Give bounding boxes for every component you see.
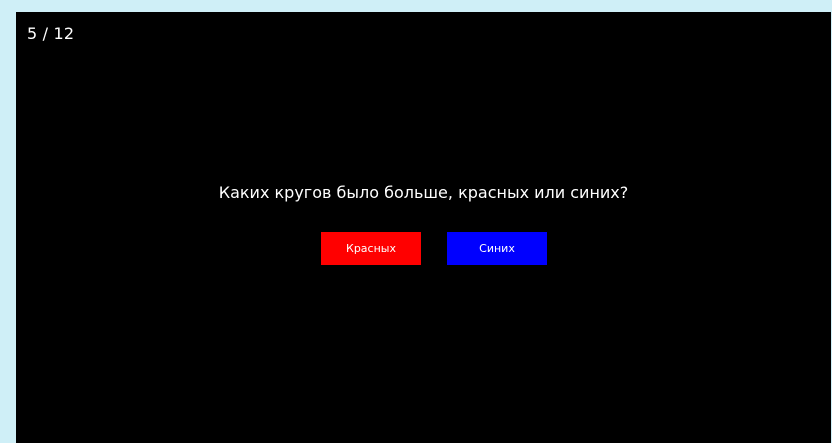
red-answer-button[interactable]: Красных [321, 232, 421, 265]
app-window: 5 / 12 Каких кругов было больше, красных… [0, 0, 832, 443]
experiment-screen: 5 / 12 Каких кругов было больше, красных… [16, 12, 831, 443]
question-text: Каких кругов было больше, красных или си… [218, 183, 629, 202]
blue-answer-button[interactable]: Синих [447, 232, 547, 265]
trial-counter: 5 / 12 [27, 24, 75, 43]
